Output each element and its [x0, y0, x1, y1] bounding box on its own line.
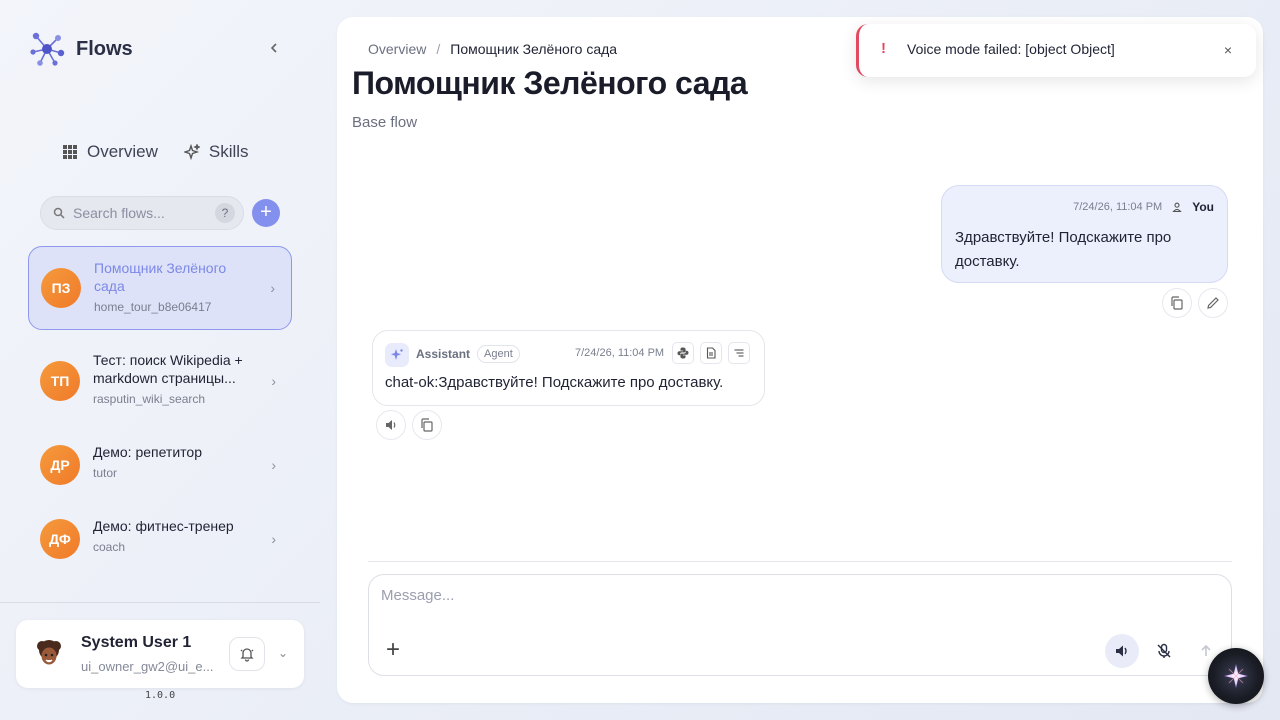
bell-icon	[240, 648, 254, 662]
breadcrumb-current: Помощник Зелёного сада	[450, 41, 618, 57]
speaker-icon	[386, 420, 396, 430]
toast-close-button[interactable]: ×	[1224, 42, 1232, 58]
user-email: ui_owner_gw2@ui_e...	[81, 659, 214, 674]
voice-output-button[interactable]	[1105, 634, 1139, 668]
speaker-icon	[1116, 645, 1127, 657]
flow-avatar: ДФ	[40, 518, 80, 559]
user-message-text: Здравствуйте! Подскажите про доставку.	[955, 229, 1172, 270]
assistant-message-time: 7/24/26, 11:04 PM	[575, 347, 665, 359]
message-composer: +	[368, 574, 1232, 676]
copy-assistant-message-button[interactable]	[412, 410, 442, 440]
assistant-tools	[672, 342, 750, 364]
nav-overview-label: Overview	[87, 142, 158, 161]
voice-input-button[interactable]	[1147, 634, 1181, 668]
assistant-message: Assistant Agent 7/24/26, 11:04 PM chat-o…	[372, 330, 765, 406]
sparkle-icon	[183, 144, 200, 160]
nav-overview[interactable]: Overview	[62, 142, 158, 162]
chevron-left-icon	[270, 43, 277, 53]
breadcrumb-overview[interactable]: Overview	[368, 41, 426, 57]
user-message-time: 7/24/26, 11:04 PM	[1073, 201, 1163, 213]
chevron-right-icon: ›	[271, 530, 276, 547]
read-aloud-button[interactable]	[376, 410, 406, 440]
text-tool-button[interactable]	[728, 342, 750, 364]
assistant-message-text: chat-ok:Здравствуйте! Подскажите про дос…	[385, 374, 724, 391]
collapse-sidebar-button[interactable]	[264, 40, 284, 60]
flow-title: Демо: репетитор	[93, 444, 202, 460]
user-message-actions	[1162, 288, 1228, 318]
sidebar: Flows Overview Skills ? + ПЗ П	[0, 0, 320, 720]
chevron-right-icon: ›	[271, 373, 276, 389]
breadcrumb: Overview / Помощник Зелёного сада	[368, 41, 617, 57]
python-icon	[677, 347, 689, 359]
flow-title: Тест: поиск Wikipedia + markdown страниц…	[93, 352, 243, 386]
flow-avatar: ПЗ	[41, 268, 81, 308]
user-message-author: You	[1192, 200, 1214, 214]
sparkle-icon	[385, 343, 409, 367]
user-message: 7/24/26, 11:04 PM You Здравствуйте! Подс…	[941, 185, 1228, 283]
main-panel: Overview / Помощник Зелёного сада Помощн…	[337, 17, 1263, 703]
grid-icon	[63, 145, 77, 159]
nav-skills-label: Skills	[208, 142, 249, 161]
search-input[interactable]	[73, 205, 203, 221]
lines-icon	[734, 349, 744, 357]
copy-icon	[421, 418, 433, 432]
sidebar-divider	[0, 602, 320, 603]
error-toast: ! Voice mode failed: [object Object] ×	[856, 24, 1256, 77]
chevron-down-icon[interactable]: ⌄	[278, 646, 288, 660]
flow-title: Демо: фитнес-тренер	[93, 518, 234, 534]
flow-item[interactable]: ДР Демо: репетитор tutor ›	[28, 432, 292, 497]
search-icon	[53, 207, 65, 219]
nav-skills[interactable]: Skills	[183, 142, 249, 162]
alert-icon: !	[881, 40, 886, 57]
python-tool-button[interactable]	[672, 342, 694, 364]
assistant-orb-button[interactable]	[1208, 648, 1264, 704]
document-tool-button[interactable]	[700, 342, 722, 364]
app-version: 1.0.0	[145, 690, 176, 701]
brand-name: Flows	[76, 37, 133, 60]
agent-badge: Agent	[477, 345, 520, 363]
flow-title: Помощник Зелёного сада	[94, 260, 227, 294]
flow-slug: coach	[93, 540, 126, 554]
brand[interactable]: Flows	[28, 30, 133, 68]
flow-slug: home_tour_b8e06417	[94, 300, 212, 314]
add-flow-button[interactable]: +	[252, 199, 280, 227]
avatar	[32, 637, 66, 671]
document-icon	[706, 347, 716, 359]
pencil-icon	[1207, 297, 1219, 309]
flow-slug: rasputin_wiki_search	[93, 392, 206, 406]
assistant-name: Assistant	[416, 347, 471, 361]
search-help-badge[interactable]: ?	[215, 203, 235, 223]
flow-item[interactable]: ТП Тест: поиск Wikipedia + markdown стра…	[28, 339, 292, 423]
flows-logo-icon	[30, 32, 65, 66]
flow-item[interactable]: ПЗ Помощник Зелёного сада home_tour_b8e0…	[28, 246, 292, 330]
edit-message-button[interactable]	[1198, 288, 1228, 318]
assistant-message-actions	[376, 410, 442, 440]
mic-off-icon	[1157, 643, 1171, 658]
message-input[interactable]	[381, 587, 1201, 604]
flow-slug: tutor	[93, 466, 118, 480]
copy-message-button[interactable]	[1162, 288, 1192, 318]
page-subtitle: Base flow	[352, 114, 418, 131]
breadcrumb-separator: /	[436, 41, 441, 57]
flow-list: ПЗ Помощник Зелёного сада home_tour_b8e0…	[28, 246, 292, 580]
person-icon	[1172, 202, 1182, 212]
user-name: System User 1	[81, 634, 192, 651]
notifications-button[interactable]	[229, 637, 265, 671]
chevron-right-icon: ›	[270, 280, 275, 296]
flow-avatar: ДР	[40, 444, 80, 485]
sidebar-nav: Overview Skills	[62, 142, 249, 162]
user-card[interactable]: System User 1 ui_owner_gw2@ui_e... ⌄	[16, 620, 304, 688]
attach-button[interactable]: +	[381, 638, 405, 663]
page-title: Помощник Зелёного сада	[352, 65, 748, 101]
search-box: ?	[40, 196, 244, 230]
chevron-right-icon: ›	[271, 456, 276, 473]
arrow-up-icon	[1201, 644, 1211, 656]
sparkle-icon	[1224, 664, 1248, 688]
toast-message: Voice mode failed: [object Object]	[907, 41, 1115, 57]
copy-icon	[1171, 296, 1183, 310]
user-message-meta: 7/24/26, 11:04 PM You	[1073, 200, 1214, 214]
flow-avatar: ТП	[40, 361, 80, 401]
flow-item[interactable]: ДФ Демо: фитнес-тренер coach ›	[28, 506, 292, 571]
composer-divider	[368, 561, 1232, 562]
